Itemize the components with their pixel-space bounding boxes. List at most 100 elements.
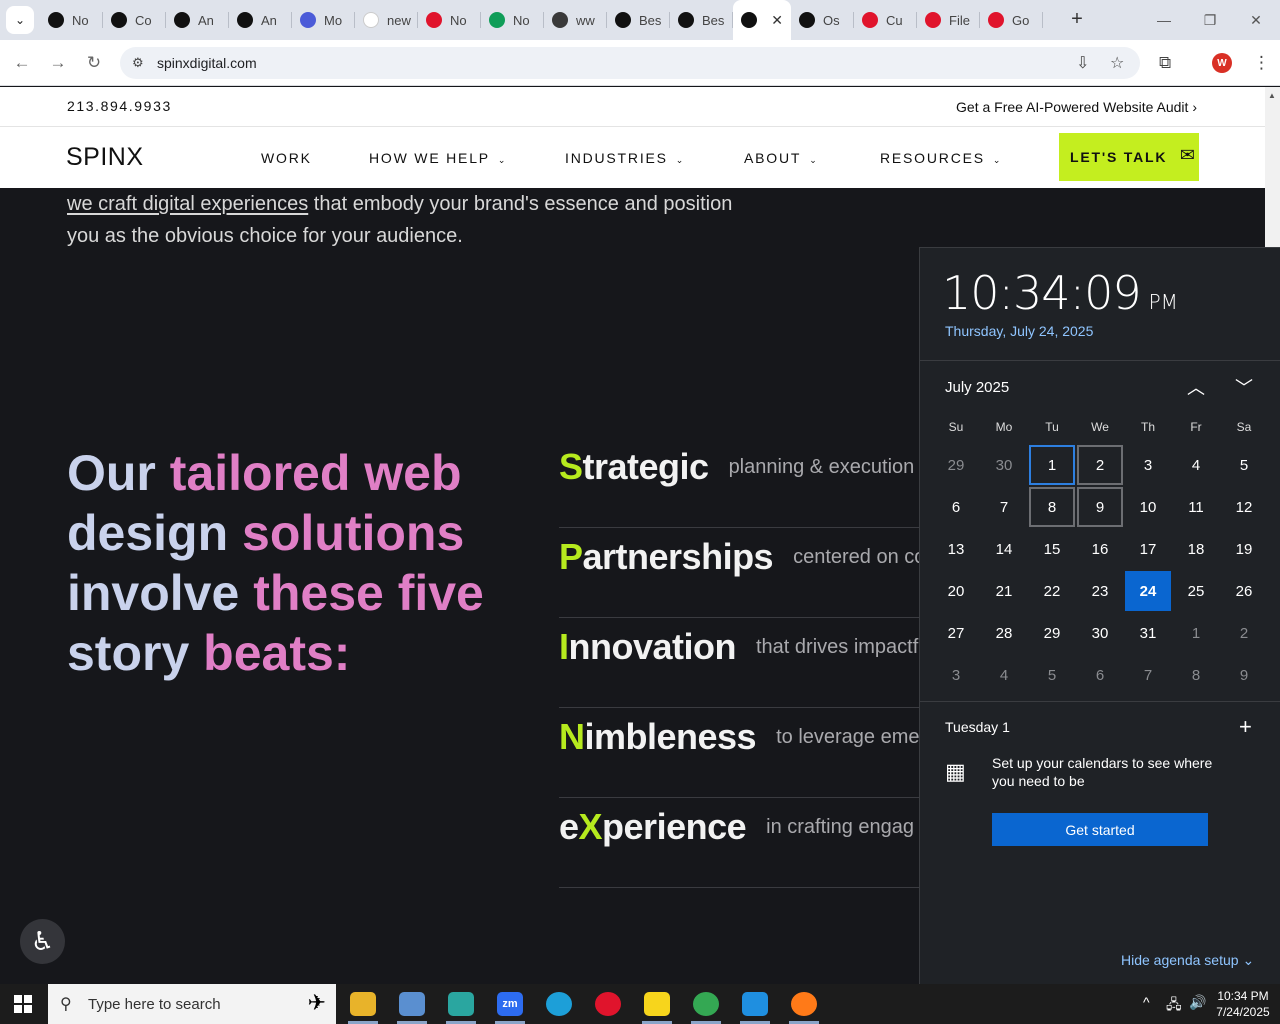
vscode-icon[interactable] [742,992,768,1016]
browser-tab[interactable]: No [40,0,103,40]
network-icon[interactable]: 🖧 [1166,994,1182,1018]
calendar-day[interactable]: 4 [1173,445,1219,485]
previous-month-icon[interactable]: ︿ [1184,374,1208,400]
tab-search-button[interactable]: ⌄ [6,6,34,34]
browser-tab[interactable]: No [418,0,481,40]
calendar-day[interactable]: 28 [981,613,1027,653]
app-diamond-icon[interactable] [448,992,474,1016]
calendar-day[interactable]: 31 [1125,613,1171,653]
calendar-day[interactable]: 8 [1029,487,1075,527]
next-month-icon[interactable]: ﹀ [1232,374,1256,400]
browser-tab[interactable]: An [166,0,229,40]
browser-tab[interactable]: Go [980,0,1043,40]
site-info-icon[interactable]: ⚙ [132,55,144,71]
calendar-day[interactable]: 2 [1077,445,1123,485]
nav-how-we-help[interactable]: HOW WE HELP ⌄ [369,150,507,166]
intro-link[interactable]: we craft digital experiences [67,193,308,215]
accessibility-button[interactable]: ♿ [20,919,65,964]
month-label[interactable]: July 2025 [945,379,1009,396]
menu-kebab-icon[interactable]: ⋮ [1253,53,1270,73]
calendar-day[interactable]: 6 [933,487,979,527]
nav-industries[interactable]: INDUSTRIES ⌄ [565,150,685,166]
calendar-day[interactable]: 5 [1029,655,1075,695]
zoom-icon[interactable]: zm [497,992,523,1016]
back-button[interactable]: ← [11,52,33,74]
start-button[interactable] [14,995,32,1013]
edge-icon[interactable] [546,992,572,1016]
calendar-day[interactable]: 2 [1221,613,1267,653]
calendar-day[interactable]: 25 [1173,571,1219,611]
tray-overflow-icon[interactable]: ^ [1143,994,1150,1010]
browser-tab[interactable]: File [917,0,980,40]
spinx-logo[interactable]: SPINX [66,143,144,172]
calendar-day[interactable]: 29 [933,445,979,485]
add-event-icon[interactable]: + [1239,714,1252,740]
browser-tab[interactable]: An [229,0,292,40]
paint-icon[interactable] [399,992,425,1016]
scroll-up-icon[interactable]: ▲ [1268,91,1276,100]
nav-work[interactable]: WORK [261,150,312,166]
calendar-day[interactable]: 8 [1173,655,1219,695]
calendar-day[interactable]: 26 [1221,571,1267,611]
taskbar-clock[interactable]: 10:34 PM 7/24/2025 [1211,988,1275,1020]
browser-tab[interactable]: Mo [292,0,355,40]
browser-tab[interactable]: Cu [854,0,917,40]
calendar-day[interactable]: 7 [1125,655,1171,695]
nav-about[interactable]: ABOUT ⌄ [744,150,819,166]
calendar-day[interactable]: 30 [981,445,1027,485]
close-window-button[interactable]: ✕ [1233,0,1279,40]
close-tab-icon[interactable]: ✕ [771,12,783,29]
audit-link[interactable]: Get a Free AI-Powered Website Audit › [956,99,1197,115]
extensions-icon[interactable]: ⧉ [1159,53,1171,73]
calendar-day[interactable]: 7 [981,487,1027,527]
reload-button[interactable]: ↻ [83,52,105,74]
file-explorer-icon[interactable] [350,992,376,1016]
browser-tab[interactable]: Co [103,0,166,40]
calendar-day[interactable]: 12 [1221,487,1267,527]
calendar-day[interactable]: 19 [1221,529,1267,569]
opera-icon[interactable] [595,992,621,1016]
volume-icon[interactable]: 🔊 [1189,994,1206,1011]
chrome-icon[interactable] [693,992,719,1016]
get-started-button[interactable]: Get started [992,813,1208,846]
calendar-day[interactable]: 11 [1173,487,1219,527]
calendar-day[interactable]: 3 [933,655,979,695]
browser-tab[interactable]: No [481,0,544,40]
calendar-day[interactable]: 14 [981,529,1027,569]
calendar-day[interactable]: 13 [933,529,979,569]
taskbar-search-box[interactable]: ⚲ Type here to search ✈ [48,984,336,1024]
profile-avatar[interactable]: W [1212,53,1232,73]
calendar-day[interactable]: 1 [1173,613,1219,653]
hide-agenda-link[interactable]: Hide agenda setup ⌄ [1121,952,1254,969]
calendar-day[interactable]: 15 [1029,529,1075,569]
restore-button[interactable]: ❐ [1187,0,1233,40]
calendar-day[interactable]: 20 [933,571,979,611]
calendar-day[interactable]: 5 [1221,445,1267,485]
calendar-day[interactable]: 10 [1125,487,1171,527]
sticky-notes-icon[interactable] [644,992,670,1016]
calendar-day[interactable]: 17 [1125,529,1171,569]
calendar-day[interactable]: 30 [1077,613,1123,653]
calendar-day[interactable]: 22 [1029,571,1075,611]
calendar-day[interactable]: 9 [1077,487,1123,527]
browser-tab[interactable]: ✕ [733,0,791,40]
calendar-day[interactable]: 23 [1077,571,1123,611]
calendar-day[interactable]: 6 [1077,655,1123,695]
calendar-day[interactable]: 29 [1029,613,1075,653]
new-tab-button[interactable]: + [1066,9,1088,31]
browser-tab[interactable]: ww [544,0,607,40]
install-app-icon[interactable]: ⇩ [1076,53,1089,73]
phone-number[interactable]: 213.894.9933 [67,98,172,114]
calendar-day[interactable]: 9 [1221,655,1267,695]
forward-button[interactable]: → [47,52,69,74]
calendar-day[interactable]: 4 [981,655,1027,695]
browser-tab[interactable]: Bes [607,0,670,40]
calendar-day[interactable]: 27 [933,613,979,653]
bookmark-star-icon[interactable]: ☆ [1110,53,1124,73]
calendar-day[interactable]: 3 [1125,445,1171,485]
lets-talk-button[interactable]: LET'S TALK ✉ [1059,133,1199,181]
current-date-link[interactable]: Thursday, July 24, 2025 [945,323,1093,339]
browser-tab[interactable]: Os [791,0,854,40]
calendar-day[interactable]: 16 [1077,529,1123,569]
calendar-day[interactable]: 21 [981,571,1027,611]
